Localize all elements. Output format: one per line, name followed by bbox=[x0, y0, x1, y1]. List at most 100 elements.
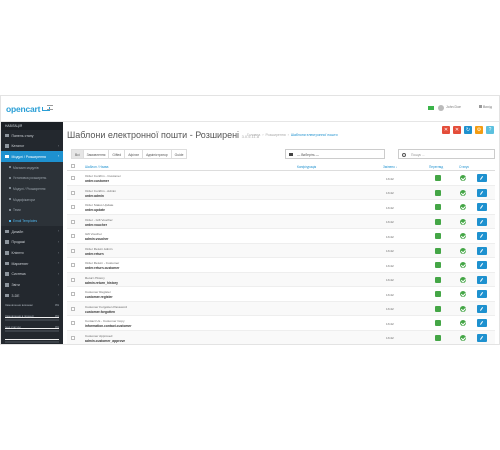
table-row[interactable]: Order - Gift Voucher order.voucher 13:42 bbox=[67, 214, 495, 229]
preview-icon[interactable] bbox=[435, 334, 441, 341]
sidebar-item2-2[interactable]: Клієнти › bbox=[1, 248, 63, 259]
template-code[interactable]: information.contact.customer bbox=[85, 324, 132, 328]
edit-button[interactable] bbox=[477, 304, 487, 313]
template-code[interactable]: order.return bbox=[85, 252, 104, 256]
preview-icon[interactable] bbox=[435, 247, 441, 254]
sidebar-item2-3[interactable]: Маркетинг › bbox=[1, 258, 63, 269]
template-code[interactable]: admin.return_history bbox=[85, 281, 118, 285]
tab-5[interactable]: Guide bbox=[170, 149, 188, 159]
row-checkbox[interactable] bbox=[71, 190, 75, 195]
table-row[interactable]: Return History admin.return_history 13:42 bbox=[67, 272, 495, 287]
sidebar-item2-1[interactable]: Продажі › bbox=[1, 237, 63, 248]
template-code[interactable]: customer.forgotten bbox=[85, 310, 115, 314]
row-checkbox[interactable] bbox=[71, 277, 75, 282]
sidebar-subitem-0[interactable]: Магазин модулів bbox=[1, 162, 63, 173]
col-config[interactable]: Конфігурація bbox=[297, 165, 316, 169]
template-code[interactable]: order.admin bbox=[85, 194, 104, 198]
delete-button[interactable]: ✕ bbox=[442, 126, 450, 134]
sidebar-subitem-3[interactable]: Модифікатори bbox=[1, 194, 63, 205]
sidebar-subitem-2[interactable]: Модулі / Розширення bbox=[1, 183, 63, 195]
row-checkbox[interactable] bbox=[71, 205, 75, 209]
search-input[interactable]: Пошук ... bbox=[398, 149, 495, 159]
sidebar-item2-5[interactable]: Звіти › bbox=[1, 280, 63, 291]
sidebar-subitem-1[interactable]: Установка розширень bbox=[1, 172, 63, 184]
sidebar-item-0[interactable]: Панель стану bbox=[1, 130, 63, 141]
settings-button[interactable]: ⚙ bbox=[475, 126, 483, 134]
tab-3[interactable]: Афілат bbox=[124, 149, 144, 159]
template-code[interactable]: customer.register bbox=[85, 295, 113, 299]
breadcrumb-item[interactable]: Розширення bbox=[265, 133, 285, 137]
info-button[interactable]: ? bbox=[486, 126, 494, 134]
sidebar-item2-0[interactable]: Дизайн › bbox=[1, 226, 63, 237]
template-code[interactable]: order.voucher bbox=[85, 223, 107, 227]
select-all-checkbox[interactable] bbox=[71, 164, 75, 168]
preview-icon[interactable] bbox=[435, 189, 441, 196]
preview-icon[interactable] bbox=[435, 262, 441, 268]
edit-button[interactable] bbox=[477, 232, 487, 240]
preview-icon[interactable] bbox=[435, 175, 441, 181]
language-flag-icon[interactable] bbox=[428, 106, 434, 110]
col-name[interactable]: Шаблон / Назва bbox=[85, 165, 108, 169]
edit-button[interactable] bbox=[477, 261, 487, 269]
sidebar-subitem-5[interactable]: Email Templates bbox=[1, 215, 63, 227]
user-name[interactable]: John Doe bbox=[446, 105, 461, 109]
row-checkbox[interactable] bbox=[71, 248, 75, 253]
preview-icon[interactable] bbox=[435, 204, 441, 210]
preview-icon[interactable] bbox=[435, 218, 441, 225]
edit-button[interactable] bbox=[477, 319, 487, 327]
menu-toggle-icon[interactable] bbox=[47, 105, 53, 110]
sidebar-item-1[interactable]: Каталог › bbox=[1, 141, 63, 152]
edit-button[interactable] bbox=[477, 203, 487, 211]
sidebar-subitem-4[interactable]: Теми bbox=[1, 204, 63, 216]
table-row[interactable]: Customer Register customer.register 13:42 bbox=[67, 287, 495, 302]
template-code[interactable]: admin.voucher bbox=[85, 237, 108, 241]
table-row[interactable]: Order Confirm - Customer order.customer 13… bbox=[67, 171, 495, 186]
row-checkbox[interactable] bbox=[71, 306, 75, 311]
logout-link[interactable]: Вихід bbox=[479, 105, 492, 109]
table-row[interactable]: Contact Us - Customer Copy information.co… bbox=[67, 316, 495, 331]
row-checkbox[interactable] bbox=[71, 263, 75, 267]
template-code[interactable]: order.customer bbox=[85, 179, 109, 183]
edit-button[interactable] bbox=[477, 275, 487, 284]
sidebar-item-2[interactable]: Модулі / Розширення › bbox=[1, 151, 63, 163]
tab-1[interactable]: Замовлення bbox=[82, 149, 110, 159]
row-checkbox[interactable] bbox=[71, 176, 75, 180]
table-row[interactable]: Order Return - Customer order.return.cust… bbox=[67, 258, 495, 273]
preview-icon[interactable] bbox=[435, 320, 441, 326]
table-row[interactable]: Customer Forgotten Password customer.forg… bbox=[67, 301, 495, 316]
row-checkbox[interactable] bbox=[71, 292, 75, 296]
table-row[interactable]: Order Return Admin order.return 13:42 bbox=[67, 243, 495, 258]
table-row[interactable]: Gift Voucher admin.voucher 13:42 bbox=[67, 229, 495, 244]
preview-icon[interactable] bbox=[435, 276, 441, 283]
table-row[interactable]: Customer Approved admin.customer_approve 1… bbox=[67, 330, 495, 344]
avatar[interactable] bbox=[438, 105, 444, 111]
row-checkbox[interactable] bbox=[71, 234, 75, 238]
edit-button[interactable] bbox=[477, 174, 487, 182]
row-checkbox[interactable] bbox=[71, 321, 75, 325]
preview-icon[interactable] bbox=[435, 233, 441, 239]
template-code[interactable]: admin.customer_approve bbox=[85, 339, 125, 343]
preview-icon[interactable] bbox=[435, 291, 441, 297]
sidebar-item2-6[interactable]: 3-DE › bbox=[1, 290, 63, 301]
breadcrumb-item[interactable]: Головна bbox=[247, 133, 260, 137]
tab-4[interactable]: Адміністратор bbox=[142, 149, 172, 159]
preview-icon[interactable] bbox=[435, 305, 441, 312]
table-row[interactable]: Order Status Update order.update 13:42 bbox=[67, 200, 495, 215]
edit-button[interactable] bbox=[477, 246, 487, 255]
refresh-button[interactable]: ↻ bbox=[464, 126, 472, 134]
edit-button[interactable] bbox=[477, 333, 487, 342]
row-checkbox[interactable] bbox=[71, 335, 75, 340]
opencart-logo[interactable]: opencart bbox=[6, 104, 51, 114]
col-status[interactable]: Статус bbox=[459, 165, 469, 169]
tab-2[interactable]: Gifted bbox=[108, 149, 126, 159]
sidebar-item2-4[interactable]: Система › bbox=[1, 269, 63, 280]
col-modified[interactable]: Змінено ↓ bbox=[383, 165, 397, 169]
delete-cache-button[interactable]: ✕ bbox=[453, 126, 461, 134]
store-select[interactable]: — Виберіть — bbox=[285, 149, 385, 159]
edit-button[interactable] bbox=[477, 188, 487, 197]
template-code[interactable]: order.update bbox=[85, 208, 105, 212]
breadcrumb-item[interactable]: Шаблони електронної пошти bbox=[291, 133, 338, 137]
edit-button[interactable] bbox=[477, 217, 487, 226]
edit-button[interactable] bbox=[477, 290, 487, 298]
row-checkbox[interactable] bbox=[71, 219, 75, 224]
